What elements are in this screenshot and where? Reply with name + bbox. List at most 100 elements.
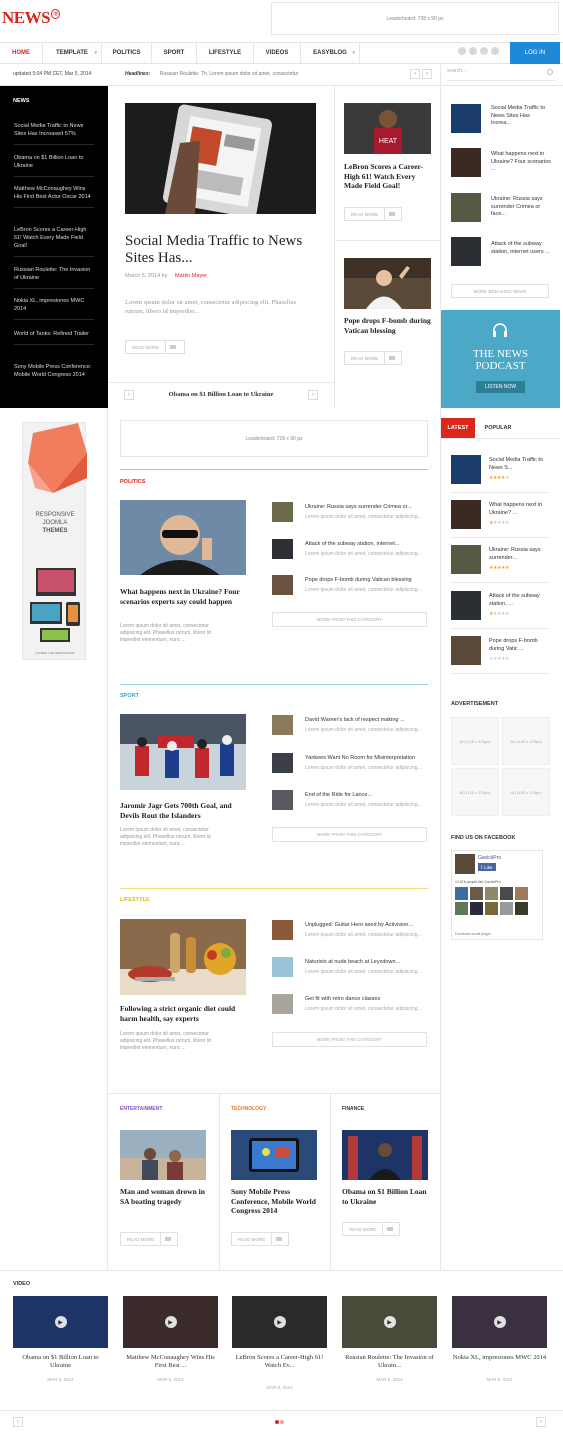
breaking-thumb[interactable] bbox=[451, 148, 481, 177]
more-from-category-button[interactable]: MORE FROM THIS CATEGORY bbox=[272, 827, 427, 842]
video-thumb[interactable]: ▶ bbox=[232, 1296, 327, 1348]
technology-image[interactable] bbox=[231, 1130, 317, 1180]
play-icon[interactable]: ▶ bbox=[383, 1316, 396, 1328]
fan-avatar[interactable] bbox=[500, 902, 513, 915]
category-main-image[interactable] bbox=[120, 500, 246, 575]
video-next-icon[interactable]: › bbox=[536, 1417, 546, 1427]
list-item-title[interactable]: Naturists at nude beach at Leysdown... bbox=[305, 959, 430, 965]
list-thumb[interactable] bbox=[272, 575, 293, 595]
slider-prev-icon[interactable]: ‹ bbox=[124, 390, 134, 400]
news-sidebar-item[interactable]: Russian Roulette: The Invasion of Ukrain… bbox=[14, 266, 94, 289]
video-thumb[interactable]: ▶ bbox=[13, 1296, 108, 1348]
breaking-thumb[interactable] bbox=[451, 104, 481, 133]
featured-title[interactable]: Social Media Traffic to News Sites Has..… bbox=[125, 233, 315, 267]
list-item-title[interactable]: David Warner's lack of respect making ..… bbox=[305, 717, 430, 723]
category-main-title[interactable]: What happens next in Ukraine? Four scena… bbox=[120, 587, 246, 606]
page-name[interactable]: GavickPro bbox=[478, 855, 501, 861]
category-title[interactable]: TECHNOLOGY bbox=[231, 1106, 266, 1112]
play-icon[interactable]: ▶ bbox=[164, 1316, 177, 1328]
news-sidebar-item[interactable]: World of Tanks: Refined Trailer bbox=[14, 330, 94, 345]
leaderboard-ad-top[interactable]: Leaderboard: 728 x 90 px bbox=[271, 2, 559, 35]
ad-box[interactable]: AD (125 x 125px) bbox=[502, 768, 550, 816]
more-from-category-button[interactable]: MORE FROM THIS CATEGORY bbox=[272, 1032, 427, 1047]
slider-title[interactable]: Obama on $1 Billion Loan to Ukraine bbox=[136, 391, 306, 398]
facebook-like-button[interactable]: f Like bbox=[478, 863, 496, 871]
nav-sport[interactable]: SPORT bbox=[152, 42, 197, 64]
breaking-thumb[interactable] bbox=[451, 193, 481, 222]
tab-latest[interactable]: LATEST bbox=[441, 418, 475, 438]
side-card-title[interactable]: LeBron Scores a Career-High 61! Watch Ev… bbox=[344, 162, 434, 191]
list-thumb[interactable] bbox=[272, 539, 293, 559]
news-sidebar-item[interactable]: Nokia XL, impresiones MWC 2014 bbox=[14, 297, 94, 320]
category-title[interactable]: FINANCE bbox=[342, 1106, 364, 1112]
video-item-title[interactable]: Nokia XL, impresiones MWC 2014 bbox=[452, 1354, 547, 1362]
play-icon[interactable]: ▶ bbox=[54, 1316, 67, 1328]
bottom-article-title[interactable]: Man and woman drown in SA boating traged… bbox=[120, 1187, 210, 1206]
breaking-thumb[interactable] bbox=[451, 237, 481, 266]
fan-avatar[interactable] bbox=[470, 902, 483, 915]
video-item-title[interactable]: Obama on $1 Billion Loan to Ukraine bbox=[13, 1354, 108, 1370]
entertainment-image[interactable] bbox=[120, 1130, 206, 1180]
bottom-read-more-button[interactable]: READ MORE bbox=[342, 1222, 400, 1236]
side-card-read-more-button[interactable]: READ MORE bbox=[344, 351, 402, 365]
gplus-icon[interactable] bbox=[491, 47, 499, 55]
nav-videos[interactable]: VIDEOS bbox=[254, 42, 301, 64]
latest-item-title[interactable]: Attack of the subway station, ... bbox=[489, 593, 549, 608]
news-sidebar-item[interactable]: Social Media Traffic to News Sites Has I… bbox=[14, 122, 94, 145]
news-sidebar-item[interactable]: Obama on $1 Billion Loan to Ukraine bbox=[14, 154, 94, 177]
news-sidebar-item[interactable]: LeBron Scores a Career-High 61! Watch Ev… bbox=[14, 226, 94, 257]
video-thumb[interactable]: ▶ bbox=[342, 1296, 437, 1348]
tab-popular[interactable]: POPULAR bbox=[478, 418, 518, 438]
fan-avatar[interactable] bbox=[515, 887, 528, 900]
category-title[interactable]: LIFESTYLE bbox=[120, 897, 150, 903]
breaking-item[interactable]: Ukraine: Russia says surrender Crimea or… bbox=[491, 196, 551, 219]
video-item-title[interactable]: Russian Roulette: The Invasion of Ukrain… bbox=[342, 1354, 437, 1370]
nav-politics[interactable]: POLITICS bbox=[102, 42, 152, 64]
latest-item-title[interactable]: Ukraine: Russia says surrender... bbox=[489, 547, 549, 562]
finance-image[interactable] bbox=[342, 1130, 428, 1180]
lebron-image[interactable]: HEAT bbox=[344, 103, 431, 154]
fan-avatar[interactable] bbox=[455, 902, 468, 915]
list-item-title[interactable]: Ukraine: Russia says surrender Crimea or… bbox=[305, 504, 430, 510]
site-logo[interactable]: NEWS ® bbox=[2, 8, 60, 28]
video-item-title[interactable]: LeBron Scores a Career-High 61! Watch Ev… bbox=[232, 1354, 327, 1370]
fan-avatar[interactable] bbox=[515, 902, 528, 915]
news-sidebar-item[interactable]: Matthew McConaughey Wins His First Best … bbox=[14, 185, 94, 208]
featured-image[interactable] bbox=[125, 103, 316, 214]
category-main-title[interactable]: Following a strict organic diet could ha… bbox=[120, 1004, 246, 1023]
listen-now-button[interactable]: LISTEN NOW bbox=[476, 381, 525, 393]
leaderboard-ad-mid[interactable]: Leaderboard: 728 x 90 px bbox=[120, 420, 428, 457]
list-thumb[interactable] bbox=[272, 715, 293, 735]
list-item-title[interactable]: Unplugged: Guitar Hero axed by Activisio… bbox=[305, 922, 430, 928]
latest-thumb[interactable] bbox=[451, 591, 481, 620]
slider-next-icon[interactable]: › bbox=[308, 390, 318, 400]
fan-avatar[interactable] bbox=[455, 887, 468, 900]
ad-box[interactable]: AD (125 x 125px) bbox=[502, 717, 550, 765]
play-icon[interactable]: ▶ bbox=[273, 1316, 286, 1328]
news-sidebar-item[interactable]: Sony Mobile Press Conference: Mobile Wor… bbox=[14, 363, 94, 385]
latest-thumb[interactable] bbox=[451, 636, 481, 665]
breaking-item[interactable]: What happens next in Ukraine? Four scena… bbox=[491, 151, 551, 174]
latest-item-title[interactable]: What happens next in Ukraine? ... bbox=[489, 502, 549, 517]
nav-lifestyle[interactable]: LIFESTYLE bbox=[197, 42, 254, 64]
fan-avatar[interactable] bbox=[485, 902, 498, 915]
bottom-read-more-button[interactable]: READ MORE bbox=[120, 1232, 178, 1246]
category-main-title[interactable]: Jaromir Jagr Gets 700th Goal, and Devils… bbox=[120, 801, 246, 820]
side-card-title[interactable]: Pope drops F-bomb during Vatican blessin… bbox=[344, 316, 434, 335]
nav-home[interactable]: HOME bbox=[0, 42, 43, 64]
page-avatar[interactable] bbox=[455, 854, 475, 874]
category-main-image[interactable] bbox=[120, 919, 246, 995]
login-button[interactable]: LOG IN bbox=[510, 42, 560, 64]
list-item-title[interactable]: Yankees Want No Room for Misinterpretati… bbox=[305, 755, 430, 761]
nav-template[interactable]: TEMPLATE ▾ bbox=[43, 42, 102, 64]
facebook-icon[interactable] bbox=[480, 47, 488, 55]
bottom-article-title[interactable]: Sony Mobile Press Conference, Mobile Wor… bbox=[231, 1187, 321, 1216]
search-icon[interactable] bbox=[547, 69, 553, 75]
list-item-title[interactable]: End of the Ride for Lance... bbox=[305, 792, 430, 798]
category-main-image[interactable] bbox=[120, 714, 246, 790]
pope-image[interactable] bbox=[344, 258, 431, 309]
more-from-category-button[interactable]: MORE FROM THIS CATEGORY bbox=[272, 612, 427, 627]
video-item-title[interactable]: Matthew McConaughey Wins His First Best … bbox=[123, 1354, 218, 1370]
video-prev-icon[interactable]: ‹ bbox=[13, 1417, 23, 1427]
breaking-item[interactable]: Attack of the subway station, internet u… bbox=[491, 241, 551, 256]
